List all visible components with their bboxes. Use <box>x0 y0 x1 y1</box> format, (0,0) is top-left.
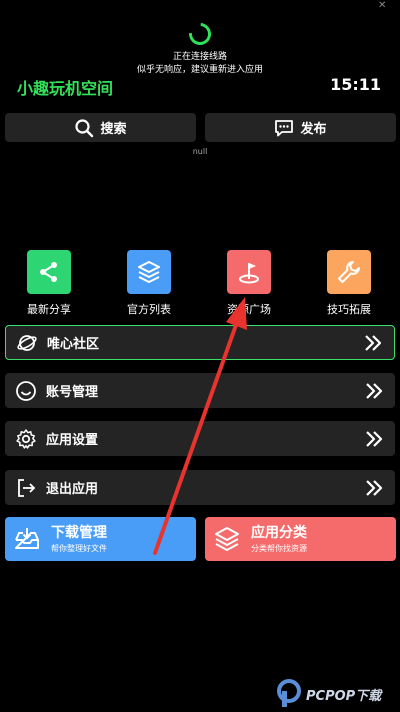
row-exit-label: 退出应用 <box>46 482 99 497</box>
search-button-label: 搜索 <box>100 122 127 137</box>
layers-icon <box>215 527 239 551</box>
row-account[interactable]: 账号管理 <box>5 373 395 408</box>
grid-item-label: 最新分享 <box>27 303 71 316</box>
post-button-label: 发布 <box>300 122 327 137</box>
flag-icon <box>239 263 259 284</box>
loading-spinner-icon <box>184 18 216 50</box>
inbox-download-icon <box>15 528 39 549</box>
wrench-tile <box>327 250 371 294</box>
gear-icon <box>15 428 37 450</box>
layers-icon <box>138 261 160 283</box>
flag-tile <box>227 250 271 294</box>
double-chevron-right-icon <box>366 382 383 399</box>
share-tile <box>27 250 71 294</box>
layers-tile <box>127 250 171 294</box>
watermark-logo-icon <box>277 679 301 707</box>
grid-item-latest-share[interactable]: 最新分享 <box>19 250 79 317</box>
app-category-subtitle: 分类帮你找资源 <box>251 543 307 553</box>
search-button[interactable]: 搜索 <box>5 113 196 142</box>
post-button[interactable]: 发布 <box>205 113 396 142</box>
grid-item-label: 官方列表 <box>127 303 171 316</box>
app-title: 小趣玩机空间 <box>17 79 114 98</box>
watermark-text: PCPOP下载 <box>306 688 382 704</box>
watermark: PCPOP下载 <box>276 676 400 712</box>
planet-icon <box>16 332 38 354</box>
wrench-icon <box>338 261 360 283</box>
row-community[interactable]: 唯心社区 <box>5 325 395 360</box>
grid-item-tips-extend[interactable]: 技巧拓展 <box>319 250 379 317</box>
double-chevron-right-icon <box>366 479 383 496</box>
app-category-card[interactable]: 应用分类 分类帮你找资源 <box>205 517 396 561</box>
row-settings-label: 应用设置 <box>46 433 99 448</box>
row-settings[interactable]: 应用设置 <box>5 421 395 456</box>
app-category-title: 应用分类 <box>251 524 307 541</box>
grid-item-official-list[interactable]: 官方列表 <box>119 250 179 317</box>
double-chevron-right-icon <box>365 334 382 351</box>
null-placeholder: null <box>192 147 208 156</box>
smile-icon <box>15 380 37 402</box>
double-chevron-right-icon <box>366 430 383 447</box>
download-manager-card[interactable]: 下载管理 帮你整理好文件 <box>5 517 196 561</box>
row-community-label: 唯心社区 <box>47 337 100 352</box>
clock: 15:11 <box>330 75 381 94</box>
download-manager-subtitle: 帮你整理好文件 <box>51 543 107 553</box>
share-icon <box>40 262 57 282</box>
search-icon <box>75 118 94 137</box>
logout-icon <box>15 477 37 499</box>
row-account-label: 账号管理 <box>46 385 99 400</box>
close-icon[interactable]: ✕ <box>378 0 392 12</box>
connection-hint: 似乎无响应，建议重新进入应用 <box>136 65 263 75</box>
comment-icon <box>275 119 294 136</box>
row-exit[interactable]: 退出应用 <box>5 470 395 505</box>
download-manager-title: 下载管理 <box>51 524 107 541</box>
grid-item-resource-plaza[interactable]: 资源广场 <box>219 250 279 317</box>
connection-status: 正在连接线路 <box>172 52 227 62</box>
grid-item-label: 资源广场 <box>227 303 271 316</box>
grid-item-label: 技巧拓展 <box>327 303 371 316</box>
